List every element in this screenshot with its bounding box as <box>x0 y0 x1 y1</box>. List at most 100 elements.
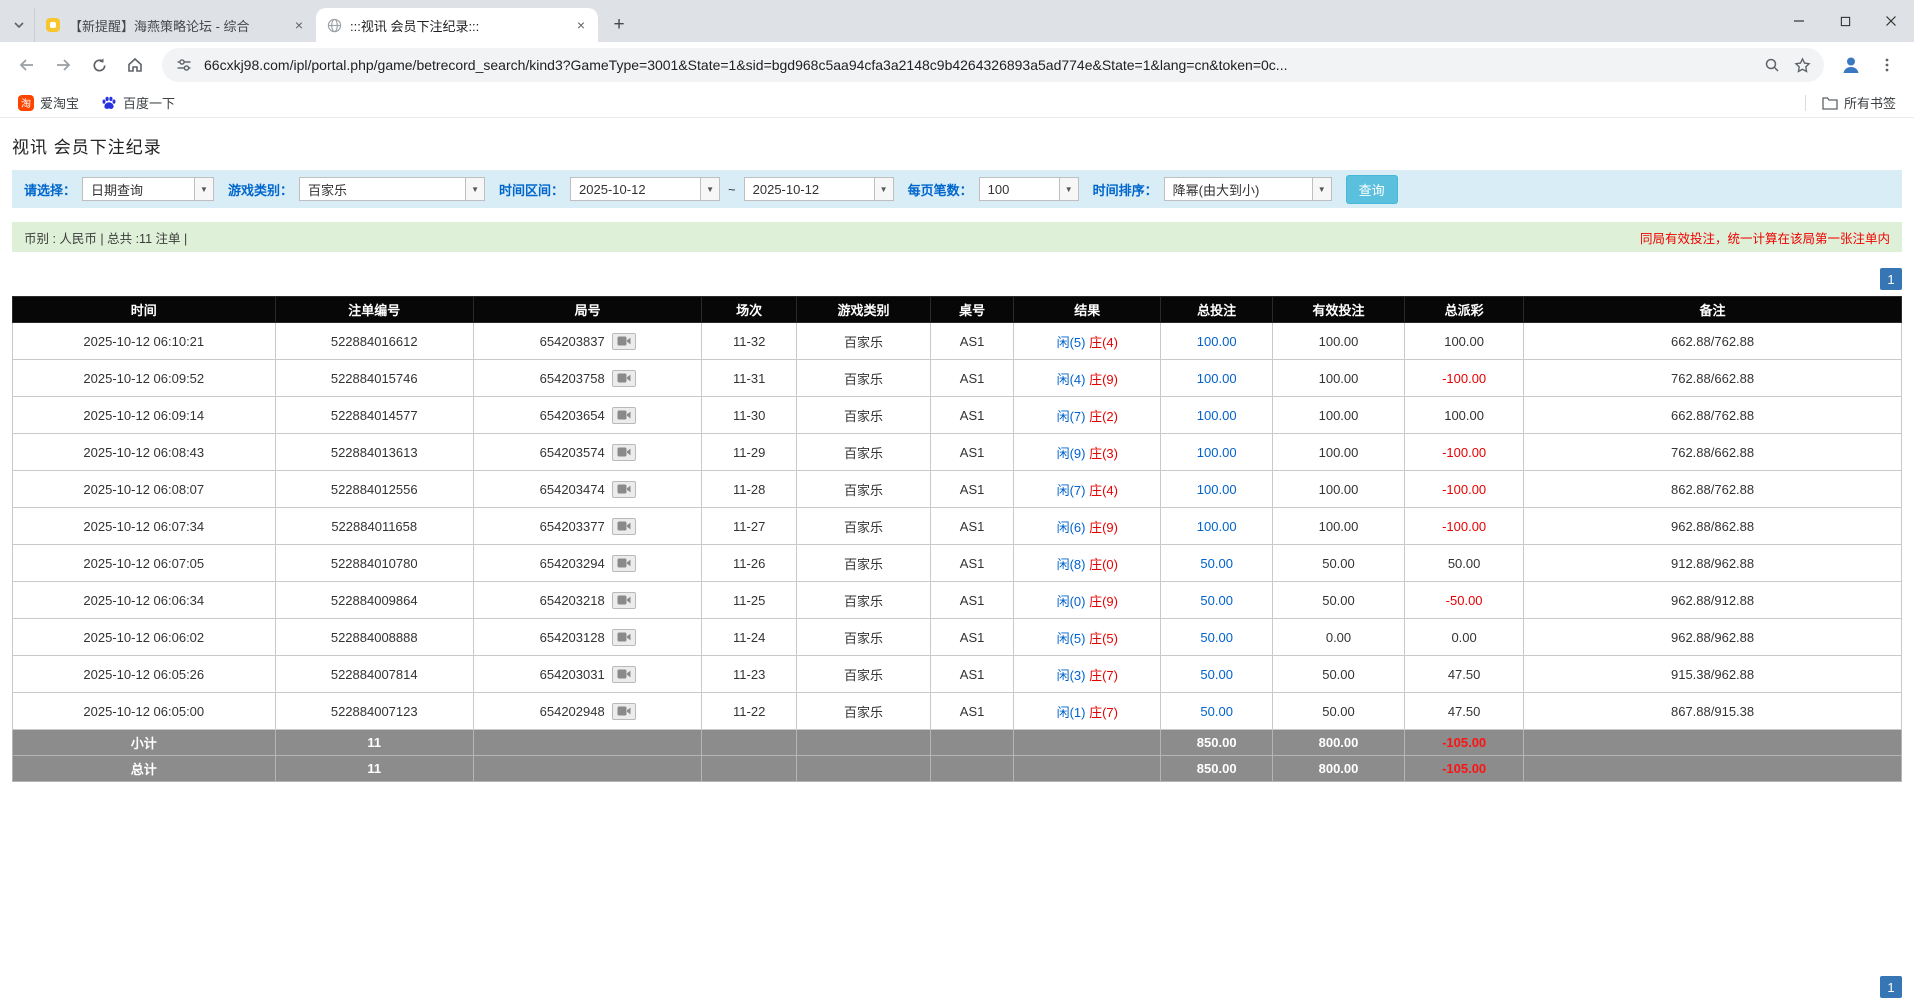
bookmark-baidu[interactable]: 百度一下 <box>93 90 183 115</box>
total-bet-link[interactable]: 50.00 <box>1200 593 1233 608</box>
cell-total-bet: 100.00 <box>1161 434 1272 471</box>
tab-search-chevron-icon[interactable] <box>4 8 34 42</box>
page-1-button[interactable]: 1 <box>1880 268 1902 290</box>
baidu-paw-icon <box>101 95 117 111</box>
video-camera-icon[interactable] <box>612 407 636 424</box>
total-bet-link[interactable]: 50.00 <box>1200 704 1233 719</box>
cell-session: 11-23 <box>702 656 796 693</box>
cell-result: 闲(1) 庄(7) <box>1014 693 1161 730</box>
chevron-down-icon: ▼ <box>465 178 484 200</box>
globe-favicon <box>326 17 342 33</box>
tab-close-icon[interactable]: × <box>290 16 308 34</box>
home-button[interactable] <box>118 48 152 82</box>
search-button[interactable]: 查询 <box>1346 175 1398 204</box>
cell-table: AS1 <box>931 508 1014 545</box>
column-header: 时间 <box>13 297 276 323</box>
cell-bet-id: 522884013613 <box>275 434 473 471</box>
cell-total-bet: 100.00 <box>1161 508 1272 545</box>
cell-note: 915.38/962.88 <box>1524 656 1902 693</box>
total-bet-link[interactable]: 100.00 <box>1197 334 1237 349</box>
date-from-select[interactable]: 2025-10-12 ▼ <box>570 177 720 201</box>
cell-game: 百家乐 <box>796 471 930 508</box>
total-valid-bet: 800.00 <box>1272 756 1404 782</box>
new-tab-button[interactable]: + <box>604 10 634 40</box>
cell-total-bet: 50.00 <box>1161 545 1272 582</box>
tab-close-icon[interactable]: × <box>572 16 590 34</box>
cell-payout: 100.00 <box>1405 323 1524 360</box>
video-camera-icon[interactable] <box>612 555 636 572</box>
bookmark-aitaobao[interactable]: 淘 爱淘宝 <box>10 90 87 115</box>
refresh-button[interactable] <box>82 48 116 82</box>
table-row: 2025-10-12 06:07:05522884010780654203294… <box>13 545 1902 582</box>
table-row: 2025-10-12 06:08:07522884012556654203474… <box>13 471 1902 508</box>
page-1-button-bottom[interactable]: 1 <box>1880 976 1902 998</box>
total-bet-link[interactable]: 50.00 <box>1200 556 1233 571</box>
cell-valid-bet: 50.00 <box>1272 545 1404 582</box>
cell-result: 闲(5) 庄(4) <box>1014 323 1161 360</box>
total-row: 总计 11 850.00 800.00 -105.00 <box>13 756 1902 782</box>
cell-note: 912.88/962.88 <box>1524 545 1902 582</box>
cell-note: 962.88/962.88 <box>1524 619 1902 656</box>
minimize-button[interactable] <box>1776 0 1822 42</box>
sort-select[interactable]: 降幂(由大到小) ▼ <box>1164 177 1332 201</box>
back-button[interactable] <box>10 48 44 82</box>
query-type-select[interactable]: 日期查询 ▼ <box>82 177 214 201</box>
profile-avatar[interactable] <box>1834 48 1868 82</box>
close-window-button[interactable] <box>1868 0 1914 42</box>
total-bet-link[interactable]: 50.00 <box>1200 667 1233 682</box>
cell-total-bet: 50.00 <box>1161 582 1272 619</box>
tab-bet-records[interactable]: :::视讯 会员下注纪录::: × <box>316 8 598 42</box>
table-row: 2025-10-12 06:06:02522884008888654203128… <box>13 619 1902 656</box>
per-page-select[interactable]: 100 ▼ <box>979 177 1079 201</box>
cell-table: AS1 <box>931 434 1014 471</box>
column-header: 场次 <box>702 297 796 323</box>
all-bookmarks-button[interactable]: 所有书签 <box>1814 90 1904 115</box>
video-camera-icon[interactable] <box>612 444 636 461</box>
bookmark-star-icon[interactable] <box>1792 55 1812 75</box>
cell-total-bet: 100.00 <box>1161 471 1272 508</box>
cell-time: 2025-10-12 06:10:21 <box>13 323 276 360</box>
total-total-bet: 850.00 <box>1161 756 1272 782</box>
tab-forum[interactable]: 【新提醒】海燕策略论坛 - 综合 × <box>34 8 316 42</box>
forward-button[interactable] <box>46 48 80 82</box>
total-bet-link[interactable]: 100.00 <box>1197 371 1237 386</box>
game-type-select[interactable]: 百家乐 ▼ <box>299 177 485 201</box>
table-row: 2025-10-12 06:05:00522884007123654202948… <box>13 693 1902 730</box>
pagination-top: 1 <box>12 268 1902 290</box>
site-settings-icon[interactable] <box>174 55 194 75</box>
column-header: 有效投注 <box>1272 297 1404 323</box>
cell-total-bet: 100.00 <box>1161 323 1272 360</box>
cell-table: AS1 <box>931 656 1014 693</box>
table-row: 2025-10-12 06:08:43522884013613654203574… <box>13 434 1902 471</box>
video-camera-icon[interactable] <box>612 592 636 609</box>
total-bet-link[interactable]: 100.00 <box>1197 408 1237 423</box>
video-camera-icon[interactable] <box>612 629 636 646</box>
cell-payout: -100.00 <box>1405 508 1524 545</box>
address-bar[interactable]: 66cxkj98.com/ipl/portal.php/game/betreco… <box>162 48 1824 82</box>
total-bet-link[interactable]: 100.00 <box>1197 482 1237 497</box>
cell-valid-bet: 100.00 <box>1272 397 1404 434</box>
video-camera-icon[interactable] <box>612 370 636 387</box>
video-camera-icon[interactable] <box>612 666 636 683</box>
cell-table: AS1 <box>931 582 1014 619</box>
cell-time: 2025-10-12 06:08:43 <box>13 434 276 471</box>
date-to-select[interactable]: 2025-10-12 ▼ <box>744 177 894 201</box>
browser-menu-icon[interactable] <box>1870 48 1904 82</box>
maximize-button[interactable] <box>1822 0 1868 42</box>
cell-game: 百家乐 <box>796 508 930 545</box>
zoom-icon[interactable] <box>1762 55 1782 75</box>
video-camera-icon[interactable] <box>612 333 636 350</box>
table-row: 2025-10-12 06:09:14522884014577654203654… <box>13 397 1902 434</box>
total-bet-link[interactable]: 100.00 <box>1197 445 1237 460</box>
video-camera-icon[interactable] <box>612 703 636 720</box>
cell-payout: 100.00 <box>1405 397 1524 434</box>
video-camera-icon[interactable] <box>612 518 636 535</box>
total-bet-link[interactable]: 50.00 <box>1200 630 1233 645</box>
cell-payout: 50.00 <box>1405 545 1524 582</box>
cell-result: 闲(6) 庄(9) <box>1014 508 1161 545</box>
cell-table: AS1 <box>931 323 1014 360</box>
cell-total-bet: 50.00 <box>1161 619 1272 656</box>
cell-note: 662.88/762.88 <box>1524 397 1902 434</box>
video-camera-icon[interactable] <box>612 481 636 498</box>
total-bet-link[interactable]: 100.00 <box>1197 519 1237 534</box>
